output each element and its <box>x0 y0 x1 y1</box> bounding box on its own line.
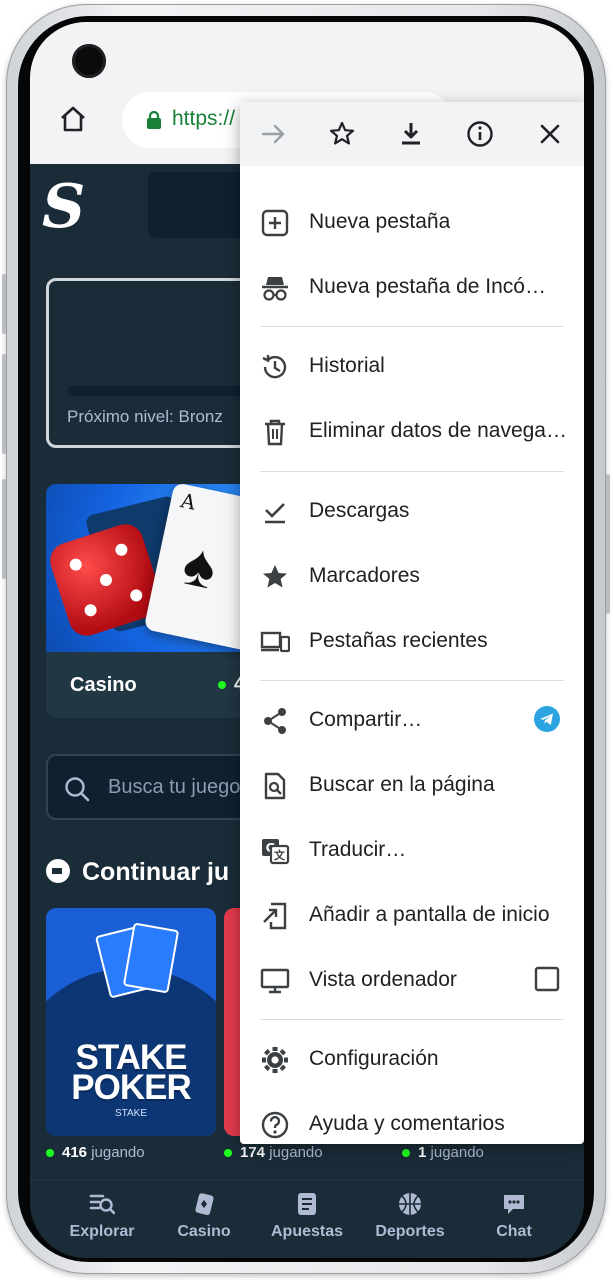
vip-next-level: Próximo nivel: Bronz <box>67 407 223 426</box>
menu-action-row <box>240 102 584 166</box>
menu-item-settings[interactable]: Configuración <box>240 1027 584 1091</box>
star-icon <box>263 565 287 588</box>
search-placeholder: Busca tu juego <box>108 776 241 798</box>
menu-item-incognito[interactable]: Nueva pestaña de Incó… <box>240 255 584 319</box>
info-icon[interactable] <box>464 118 496 150</box>
menu-divider <box>260 1019 564 1020</box>
poker-title-line2: POKER <box>71 1068 191 1107</box>
trash-icon <box>265 419 285 446</box>
history-icon <box>262 355 287 379</box>
home-button[interactable] <box>58 104 88 134</box>
menu-item-new-tab[interactable]: Nueva pestaña <box>240 190 584 254</box>
search-icon <box>65 777 90 802</box>
downloads-icon <box>265 503 285 524</box>
incognito-icon <box>262 277 288 301</box>
devices-icon <box>260 631 290 653</box>
chat-icon <box>504 1195 524 1214</box>
menu-item-help[interactable]: Ayuda y comentarios <box>240 1092 584 1156</box>
arrow-circle-icon <box>46 859 70 883</box>
telegram-icon[interactable] <box>534 706 560 732</box>
casino-cards-icon <box>195 1193 214 1216</box>
casino-card-label: Casino <box>70 674 137 696</box>
menu-divider <box>260 471 564 472</box>
svg-text:文: 文 <box>274 848 286 862</box>
browser-overflow-menu: Nueva pestaña Nueva pestaña de Incó… His… <box>240 102 584 1144</box>
menu-item-history[interactable]: Historial <box>240 334 584 398</box>
close-icon[interactable] <box>534 118 566 150</box>
nav-betslip[interactable]: Apuestas <box>259 1191 355 1241</box>
home-icon <box>61 106 85 132</box>
explore-icon <box>89 1194 115 1215</box>
help-icon <box>261 1111 289 1139</box>
menu-item-find-in-page[interactable]: Buscar en la página <box>240 753 584 817</box>
bookmark-star-icon[interactable] <box>326 118 358 150</box>
download-icon[interactable] <box>395 118 427 150</box>
betslip-icon <box>298 1193 316 1215</box>
bottom-navigation: Explorar Casino Apuestas Deportes Chat <box>30 1180 584 1258</box>
find-in-page-icon <box>264 772 286 800</box>
menu-item-recent-tabs[interactable]: Pestañas recientes <box>240 609 584 673</box>
stake-poker-tile[interactable]: STAKE POKER STAKE <box>46 908 216 1136</box>
translate-icon: G文 <box>262 839 290 865</box>
nav-sports[interactable]: Deportes <box>362 1191 458 1241</box>
phone-screen: https:// S Próximo nivel: Bronz A ♠ Casi… <box>30 22 584 1258</box>
poker-subtitle: STAKE <box>114 1108 148 1119</box>
menu-item-clear-data[interactable]: Eliminar datos de navega… <box>240 399 584 463</box>
stake-logo[interactable]: S <box>42 172 85 242</box>
menu-item-downloads[interactable]: Descargas <box>240 479 584 543</box>
menu-divider <box>260 326 564 327</box>
menu-item-bookmarks[interactable]: Marcadores <box>240 544 584 608</box>
lock-icon <box>147 111 161 129</box>
nav-chat[interactable]: Chat <box>466 1191 562 1241</box>
menu-item-add-to-home[interactable]: Añadir a pantalla de inicio <box>240 883 584 947</box>
continue-playing-heading: Continuar ju <box>46 858 229 887</box>
add-to-home-icon <box>263 902 287 930</box>
online-dot <box>218 681 226 690</box>
settings-gear-icon <box>262 1047 288 1073</box>
share-icon <box>264 708 286 734</box>
desktop-site-checkbox[interactable] <box>534 966 560 992</box>
menu-item-share[interactable]: Compartir… <box>240 688 584 752</box>
menu-item-translate[interactable]: G文 Traducir… <box>240 818 584 882</box>
menu-item-desktop-site[interactable]: Vista ordenador <box>240 948 584 1012</box>
basketball-icon <box>399 1193 421 1215</box>
desktop-icon <box>260 968 290 994</box>
menu-divider <box>260 680 564 681</box>
forward-icon[interactable] <box>258 118 290 150</box>
url-text: https:// <box>172 107 236 130</box>
nav-casino[interactable]: Casino <box>156 1191 252 1241</box>
nav-explore[interactable]: Explorar <box>54 1191 150 1241</box>
front-camera <box>72 44 106 78</box>
tile-player-count: 416 jugando <box>46 1144 145 1161</box>
new-tab-icon <box>261 209 289 237</box>
